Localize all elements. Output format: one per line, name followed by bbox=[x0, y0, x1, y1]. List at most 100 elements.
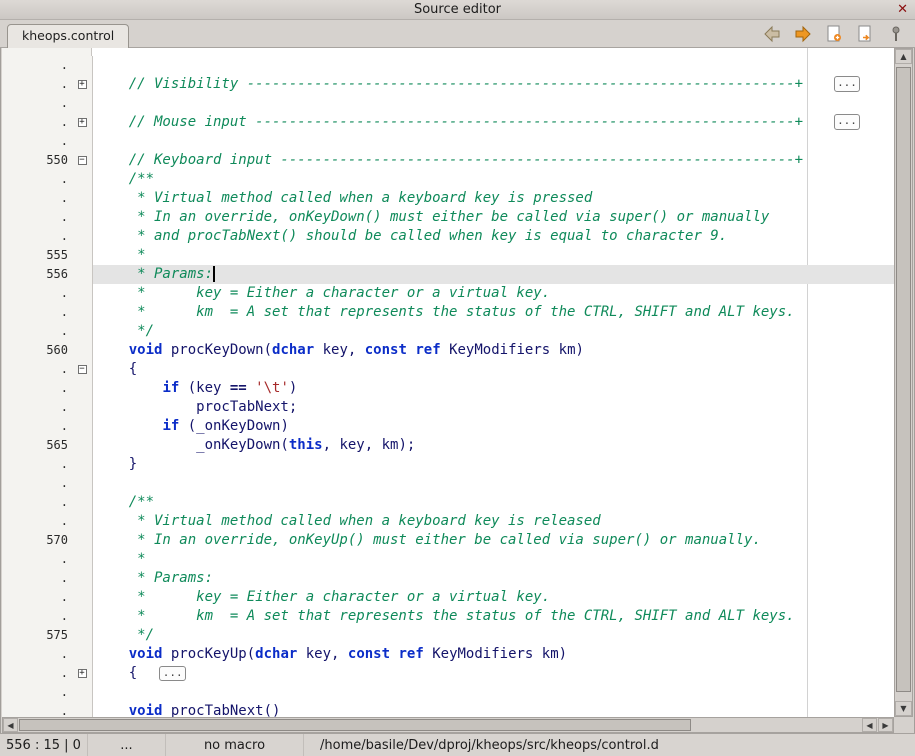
code-line[interactable]: 550− // Keyboard input -----------------… bbox=[2, 151, 894, 170]
code-line[interactable]: . * km = A set that represents the statu… bbox=[2, 607, 894, 626]
code-line[interactable]: . bbox=[2, 56, 894, 75]
folded-code-ellipsis[interactable]: ... bbox=[159, 666, 186, 681]
code-text bbox=[93, 474, 894, 493]
line-number: . bbox=[2, 303, 72, 322]
code-line[interactable]: . * key = Either a character or a virtua… bbox=[2, 284, 894, 303]
token: * km = A set that represents the status … bbox=[95, 304, 795, 320]
token: // Keyboard input ----------------------… bbox=[95, 152, 803, 168]
pin-icon[interactable] bbox=[885, 23, 907, 45]
window-title: Source editor bbox=[0, 2, 915, 17]
token: if bbox=[162, 418, 179, 434]
token: * key = Either a character or a virtual … bbox=[95, 285, 550, 301]
code-text: * km = A set that represents the status … bbox=[93, 303, 894, 322]
token: * and procTabNext() should be called whe… bbox=[95, 228, 727, 244]
code-line[interactable]: . bbox=[2, 132, 894, 151]
close-icon[interactable]: ✕ bbox=[897, 2, 908, 17]
code-line[interactable]: . * Virtual method called when a keyboar… bbox=[2, 512, 894, 531]
token: const bbox=[365, 342, 407, 358]
token: * km = A set that represents the status … bbox=[95, 608, 795, 624]
code-line[interactable]: . void procTabNext() bbox=[2, 702, 894, 717]
line-number: . bbox=[2, 512, 72, 531]
code-line[interactable]: 575 */ bbox=[2, 626, 894, 645]
vertical-scrollbar-thumb[interactable] bbox=[896, 67, 911, 692]
code-line[interactable]: . */ bbox=[2, 322, 894, 341]
code-line[interactable]: . * In an override, onKeyDown() must eit… bbox=[2, 208, 894, 227]
vertical-scrollbar[interactable]: ▲ ▼ bbox=[894, 48, 913, 717]
token: * Virtual method called when a keyboard … bbox=[95, 190, 592, 206]
token: * Params: bbox=[95, 570, 213, 586]
folded-region-ellipsis[interactable]: ... bbox=[834, 76, 860, 92]
fold-gutter bbox=[72, 322, 93, 341]
token: key, bbox=[297, 646, 348, 662]
code-line[interactable]: 570 * In an override, onKeyUp() must eit… bbox=[2, 531, 894, 550]
code-line[interactable]: . /** bbox=[2, 170, 894, 189]
code-line[interactable]: . * Virtual method called when a keyboar… bbox=[2, 189, 894, 208]
horizontal-scrollbar[interactable]: ◀ ◀ ▶ bbox=[2, 717, 894, 733]
line-number: . bbox=[2, 550, 72, 569]
document-add-icon[interactable] bbox=[823, 23, 845, 45]
horizontal-scrollbar-thumb[interactable] bbox=[19, 719, 691, 731]
code-line[interactable]: . * km = A set that represents the statu… bbox=[2, 303, 894, 322]
title-bar[interactable]: Source editor ✕ bbox=[0, 0, 915, 20]
text-caret bbox=[213, 266, 215, 282]
code-line[interactable]: . bbox=[2, 474, 894, 493]
token: } bbox=[95, 456, 137, 472]
token: void bbox=[129, 703, 163, 717]
fold-gutter bbox=[72, 284, 93, 303]
scroll-up-icon[interactable]: ▲ bbox=[895, 49, 912, 64]
scroll-left-icon-right[interactable]: ◀ bbox=[862, 718, 877, 732]
code-line[interactable]: . bbox=[2, 683, 894, 702]
editor: ..+ // Visibility ----------------------… bbox=[2, 48, 894, 717]
document-arrow-icon[interactable] bbox=[854, 23, 876, 45]
code-line[interactable]: 556 * Params: bbox=[2, 265, 894, 284]
tab-kheops-control[interactable]: kheops.control bbox=[7, 24, 129, 48]
token bbox=[95, 380, 162, 396]
token: */ bbox=[95, 627, 154, 643]
code-line[interactable]: . * bbox=[2, 550, 894, 569]
line-number: 565 bbox=[2, 436, 72, 455]
code-line[interactable]: .+ // Visibility -----------------------… bbox=[2, 75, 894, 94]
fold-gutter bbox=[72, 246, 93, 265]
fold-expand-icon[interactable]: + bbox=[78, 669, 87, 678]
fold-expand-icon[interactable]: + bbox=[78, 80, 87, 89]
line-number: . bbox=[2, 588, 72, 607]
jump-forward-icon[interactable] bbox=[792, 23, 814, 45]
code-line[interactable]: 565 _onKeyDown(this, key, km); bbox=[2, 436, 894, 455]
code-line[interactable]: . if (key == '\t') bbox=[2, 379, 894, 398]
scroll-left-icon[interactable]: ◀ bbox=[3, 718, 18, 732]
code-text: */ bbox=[93, 322, 894, 341]
code-line[interactable]: . bbox=[2, 94, 894, 113]
fold-collapse-icon[interactable]: − bbox=[78, 365, 87, 374]
line-number: . bbox=[2, 455, 72, 474]
scroll-down-icon[interactable]: ▼ bbox=[895, 701, 912, 716]
fold-expand-icon[interactable]: + bbox=[78, 118, 87, 127]
jump-back-icon[interactable] bbox=[761, 23, 783, 45]
code-line[interactable]: . void procKeyUp(dchar key, const ref Ke… bbox=[2, 645, 894, 664]
code-line[interactable]: . * and procTabNext() should be called w… bbox=[2, 227, 894, 246]
folded-region-ellipsis[interactable]: ... bbox=[834, 114, 860, 130]
scroll-right-icon[interactable]: ▶ bbox=[878, 718, 893, 732]
code-line[interactable]: .+ // Mouse input ----------------------… bbox=[2, 113, 894, 132]
fold-collapse-icon[interactable]: − bbox=[78, 156, 87, 165]
code-line[interactable]: . * key = Either a character or a virtua… bbox=[2, 588, 894, 607]
code-line[interactable]: .+ {... bbox=[2, 664, 894, 683]
fold-gutter bbox=[72, 702, 93, 717]
code-line[interactable]: . /** bbox=[2, 493, 894, 512]
caret-position-status: 556 : 15 | 0 bbox=[0, 734, 88, 756]
token: (_onKeyDown) bbox=[179, 418, 289, 434]
line-number: 555 bbox=[2, 246, 72, 265]
code-line[interactable]: . procTabNext; bbox=[2, 398, 894, 417]
token: void bbox=[129, 342, 163, 358]
code-text: * key = Either a character or a virtual … bbox=[93, 284, 894, 303]
code-line[interactable]: . } bbox=[2, 455, 894, 474]
code-line[interactable]: .− { bbox=[2, 360, 894, 379]
token: KeyModifiers km) bbox=[441, 342, 584, 358]
code-line[interactable]: . if (_onKeyDown) bbox=[2, 417, 894, 436]
line-number: . bbox=[2, 322, 72, 341]
fold-gutter bbox=[72, 208, 93, 227]
code-line[interactable]: 555 * bbox=[2, 246, 894, 265]
code-line[interactable]: . * Params: bbox=[2, 569, 894, 588]
token: procKeyUp( bbox=[162, 646, 255, 662]
code-line[interactable]: 560 void procKeyDown(dchar key, const re… bbox=[2, 341, 894, 360]
fold-gutter bbox=[72, 550, 93, 569]
